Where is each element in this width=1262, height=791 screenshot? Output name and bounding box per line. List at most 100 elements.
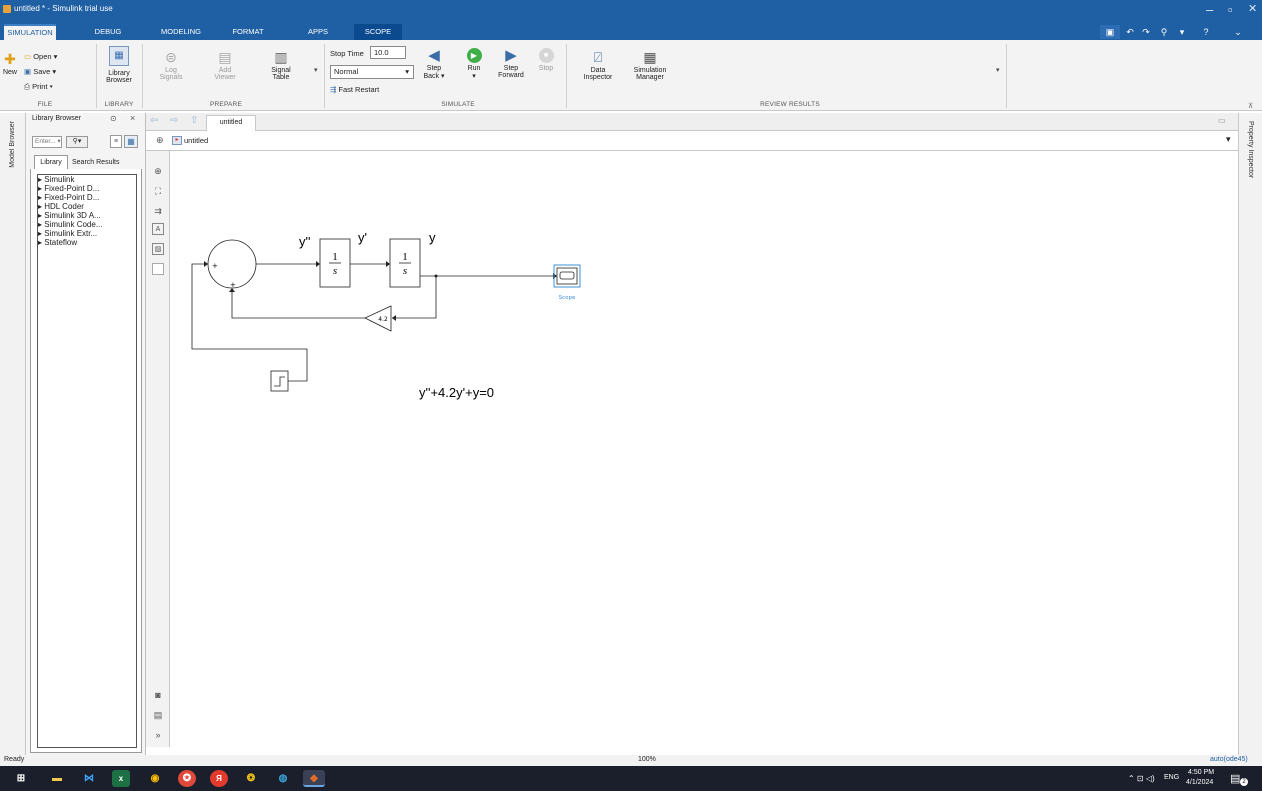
library-item-fixed-point-1[interactable]: ▸ Fixed-Point D... [38,184,136,193]
library-item-simulink-3d[interactable]: ▸ Simulink 3D A... [38,211,136,220]
tab-debug[interactable]: DEBUG [88,24,128,40]
maximize-button[interactable]: ▫ [1228,2,1233,17]
notification-icon[interactable]: ▤ [1230,772,1240,785]
more-icon[interactable]: » [152,729,164,741]
close-panel-icon[interactable]: × [130,113,135,123]
save-button[interactable]: ▣ Save ▾ [24,67,56,76]
stop-time-field[interactable]: 10.0 [370,46,406,59]
equation-annotation[interactable]: y''+4.2y'+y=0 [419,385,494,400]
window-title: untitled * - Simulink trial use [14,4,113,13]
arrow-icon[interactable]: ⇉ [152,205,164,217]
matlab-icon[interactable]: ◆ [303,770,325,787]
breadcrumb[interactable]: untitled [184,136,208,145]
back-icon[interactable]: ⇦ [150,115,158,126]
gain-value: 4.2 [378,316,388,323]
zoom-icon[interactable]: ⊕ [152,165,164,177]
tray-icons[interactable]: ⌃ ⊡ ◁) [1128,774,1155,783]
library-search-input[interactable]: Enter... ▾ [32,136,62,148]
annotation-icon[interactable]: A [152,223,164,235]
floppy-icon: ▣ [24,67,32,76]
model-browser-tab[interactable]: Model Browser [9,121,16,168]
minimize-button[interactable]: – [1206,2,1213,17]
tab-apps[interactable]: APPS [300,24,336,40]
clock-date[interactable]: 4/1/2024 [1186,779,1213,786]
save-quick-icon[interactable]: ▣ [1100,25,1120,39]
explorer-toggle-icon[interactable]: ⊕ [156,135,164,146]
property-inspector-tab[interactable]: Property Inspector [1247,121,1254,178]
breadcrumb-dropdown-icon[interactable]: ▾ [1226,134,1231,145]
tab-modeling[interactable]: MODELING [156,24,206,40]
forward-icon[interactable]: ⇨ [170,115,178,126]
library-browser-button[interactable]: ▦ Library Browser [103,46,135,84]
list-view-icon[interactable]: ≡ [110,135,122,148]
simulation-mode-select[interactable]: Normal ▾ [330,65,414,79]
canvas-palette: ⊕ ⛶ ⇉ A ▨ ◙ ▤ » [146,151,170,747]
panel-menu-icon[interactable]: ⊙ [110,114,117,123]
library-item-stateflow[interactable]: ▸ Stateflow [38,238,136,247]
log-signals-button[interactable]: ⊜ Log Signals [156,50,186,82]
library-item-simulink[interactable]: ▸ Simulink [38,175,136,184]
vscode-icon[interactable]: ⋈ [80,770,98,787]
library-item-simulink-extras[interactable]: ▸ Simulink Extr... [38,229,136,238]
simulation-manager-button[interactable]: ▦ Simulation Manager [628,50,672,82]
tab-scope[interactable]: SCOPE [354,24,402,40]
language-indicator[interactable]: ENG [1164,774,1179,781]
help-icon[interactable]: ? [1196,25,1216,39]
layout-icon[interactable]: ▾ [1172,25,1192,39]
arrowhead [204,261,208,267]
signal-line-step[interactable] [191,263,308,382]
solver-link[interactable]: auto(ode45) [1210,756,1248,763]
app-icon-blue[interactable]: ◍ [274,770,292,787]
app-icon-red[interactable]: ✪ [178,770,196,787]
area-icon[interactable] [152,263,164,275]
library-item-simulink-code[interactable]: ▸ Simulink Code... [38,220,136,229]
grid-view-icon[interactable]: ▦ [124,135,138,148]
signal-table-button[interactable]: ▥ Signal Table [266,50,296,82]
excel-icon[interactable]: x [112,770,130,787]
up-icon[interactable]: ⇧ [190,115,198,126]
open-button[interactable]: ▭ Open ▾ [24,52,57,61]
model-canvas[interactable]: + + y'' 1 s y' 1 s y Scope 4.2 y''+4.2y'… [170,151,1238,747]
editor-tab-untitled[interactable]: untitled [206,115,256,131]
redo-icon[interactable]: ↷ [1136,25,1156,39]
library-item-fixed-point-2[interactable]: ▸ Fixed-Point D... [38,193,136,202]
step-forward-button[interactable]: ▶ Step Forward [496,48,526,79]
expand-ribbon-icon[interactable]: ⌄ [1228,25,1248,39]
close-button[interactable]: ✕ [1248,2,1257,15]
property-icon[interactable]: ▤ [152,709,164,721]
windows-start-icon[interactable]: ⊞ [12,770,30,787]
tab-format[interactable]: FORMAT [226,24,270,40]
block-diagram[interactable]: + + y'' 1 s y' 1 s y Scope 4.2 y''+4.2y'… [170,151,1238,747]
file-explorer-icon[interactable]: ▬ [48,770,66,787]
signal-line-gain-out[interactable] [231,292,365,319]
stop-button[interactable]: ■ Stop [534,48,558,72]
data-inspector-button[interactable]: ⍁ Data Inspector [578,50,618,82]
library-search-button[interactable]: ⚲▾ [66,136,88,148]
print-button[interactable]: ⎙ Print ▾ [24,82,53,92]
review-dropdown-icon[interactable]: ▾ [996,66,1000,74]
signal-label-ydot: y' [358,230,367,245]
tab-library[interactable]: Library [34,155,68,169]
run-button[interactable]: ▶ Run ▾ [460,48,488,80]
chrome-icon[interactable]: ◉ [146,770,164,787]
library-item-hdl-coder[interactable]: ▸ HDL Coder [38,202,136,211]
camera-icon[interactable]: ◙ [152,689,164,701]
tab-search-results[interactable]: Search Results [72,156,119,169]
new-button[interactable]: ✚ New [2,52,18,77]
step-back-button[interactable]: ◀ Step Back ▾ [420,48,448,80]
property-inspector-strip: Property Inspector [1238,113,1262,755]
add-viewer-button[interactable]: ▤ Add Viewer [210,50,240,82]
collapse-ribbon-icon[interactable]: ⊼ [1248,102,1253,110]
step-back-icon: ◀ [428,47,440,64]
prepare-dropdown-icon[interactable]: ▾ [314,66,318,74]
search-icon[interactable]: ⚲ [1154,25,1174,39]
image-icon[interactable]: ▨ [152,243,164,255]
clock-time[interactable]: 4:50 PM [1188,769,1214,776]
step-block[interactable] [270,370,289,392]
yandex-icon[interactable]: Я [210,770,228,787]
hide-explorer-icon[interactable]: ▭ [1218,116,1226,125]
app-icon-yellow[interactable]: ❂ [242,770,260,787]
tab-simulation[interactable]: SIMULATION [4,24,56,40]
fit-view-icon[interactable]: ⛶ [152,185,164,197]
fast-restart-button[interactable]: ⇶ Fast Restart [330,85,379,94]
